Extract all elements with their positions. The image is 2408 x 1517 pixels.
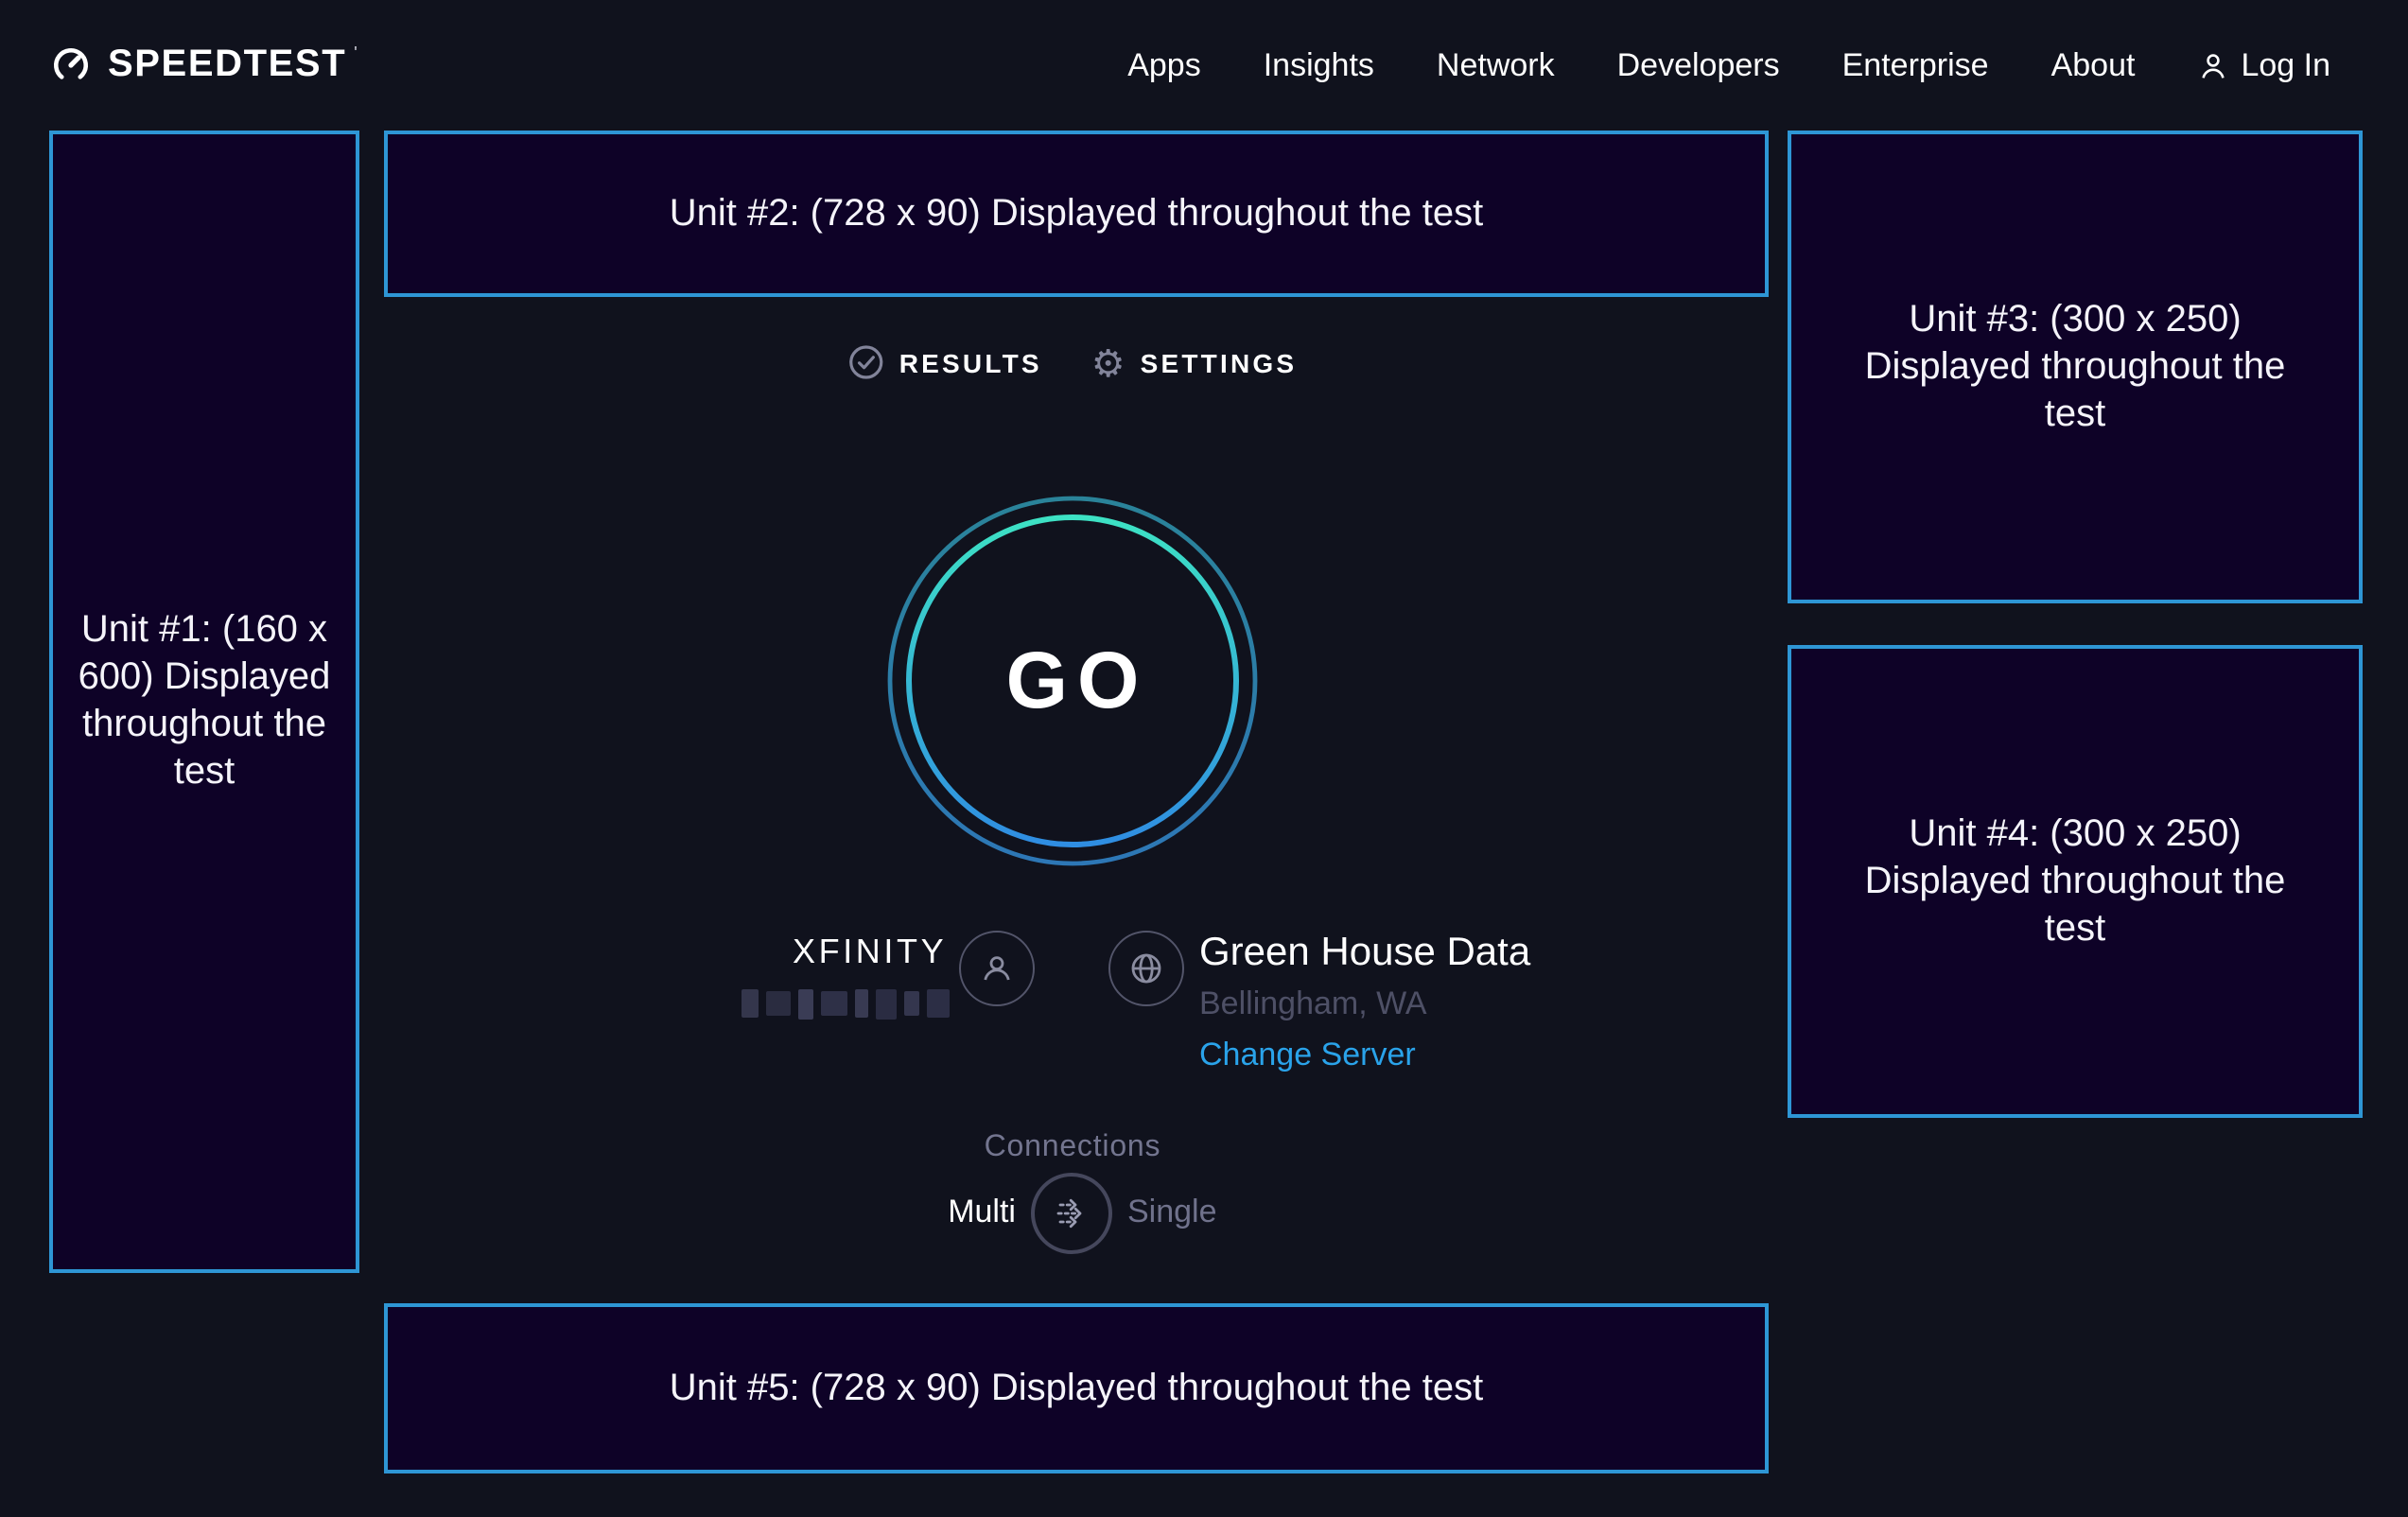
- server-name: Green House Data: [1199, 931, 1530, 976]
- ad-unit-2-text: Unit #2: (728 x 90) Displayed throughout…: [670, 190, 1484, 237]
- logo[interactable]: SPEEDTEST ': [51, 0, 356, 131]
- nav-item-insights[interactable]: Insights: [1264, 46, 1374, 84]
- tab-results-label: RESULTS: [899, 347, 1042, 377]
- isp-avatar: [959, 931, 1035, 1006]
- main-nav: Apps Insights Network Developers Enterpr…: [1127, 0, 2330, 131]
- redacted-ip-address: [742, 985, 950, 1021]
- ad-unit-5-text: Unit #5: (728 x 90) Displayed throughout…: [670, 1365, 1484, 1412]
- check-circle-icon: [848, 344, 884, 380]
- ad-unit-5[interactable]: Unit #5: (728 x 90) Displayed throughout…: [384, 1303, 1769, 1473]
- gear-icon: ⚙: [1091, 345, 1125, 379]
- ad-unit-4[interactable]: Unit #4: (300 x 250) Displayed throughou…: [1788, 645, 2363, 1118]
- nav-item-enterprise[interactable]: Enterprise: [1842, 46, 1989, 84]
- nav-item-apps[interactable]: Apps: [1127, 46, 1201, 84]
- person-icon: [976, 948, 1018, 989]
- login-label: Log In: [2241, 46, 2330, 84]
- ad-unit-1-text: Unit #1: (160 x 600) Displayed throughou…: [53, 607, 356, 796]
- isp-name: XFINITY: [793, 933, 947, 972]
- logo-text: SPEEDTEST: [108, 44, 346, 87]
- login-button[interactable]: Log In: [2197, 46, 2330, 84]
- multi-arrows-icon: [1050, 1192, 1093, 1235]
- globe-icon: [1125, 948, 1167, 989]
- speedtest-gauge-icon: [51, 45, 91, 85]
- go-button[interactable]: GO: [883, 492, 1262, 870]
- ad-unit-3-text: Unit #3: (300 x 250) Displayed throughou…: [1791, 296, 2359, 438]
- server-globe-badge: [1108, 931, 1184, 1006]
- connections-heading: Connections: [985, 1131, 1161, 1165]
- logo-trademark: ': [354, 43, 357, 61]
- ad-unit-4-text: Unit #4: (300 x 250) Displayed throughou…: [1791, 811, 2359, 952]
- change-server-link[interactable]: Change Server: [1199, 1037, 1416, 1074]
- tab-results[interactable]: RESULTS: [848, 344, 1042, 380]
- tab-settings[interactable]: ⚙ SETTINGS: [1091, 344, 1298, 380]
- ad-unit-3[interactable]: Unit #3: (300 x 250) Displayed throughou…: [1788, 131, 2363, 603]
- view-tabs: RESULTS ⚙ SETTINGS: [848, 344, 1298, 380]
- user-icon: [2197, 50, 2227, 80]
- nav-item-about[interactable]: About: [2051, 46, 2136, 84]
- nav-item-developers[interactable]: Developers: [1617, 46, 1780, 84]
- go-label: GO: [883, 492, 1262, 870]
- speedtest-page: SPEEDTEST ' Apps Insights Network Develo…: [0, 0, 2408, 1517]
- connections-single-option[interactable]: Single: [1127, 1194, 1217, 1231]
- navbar: SPEEDTEST ' Apps Insights Network Develo…: [0, 0, 2408, 131]
- nav-item-network[interactable]: Network: [1437, 46, 1555, 84]
- ad-unit-2[interactable]: Unit #2: (728 x 90) Displayed throughout…: [384, 131, 1769, 297]
- ad-unit-1[interactable]: Unit #1: (160 x 600) Displayed throughou…: [49, 131, 359, 1273]
- connections-toggle[interactable]: [1031, 1173, 1112, 1254]
- server-location: Bellingham, WA: [1199, 985, 1427, 1023]
- tab-settings-label: SETTINGS: [1141, 347, 1298, 377]
- connections-multi-option[interactable]: Multi: [868, 1194, 1016, 1231]
